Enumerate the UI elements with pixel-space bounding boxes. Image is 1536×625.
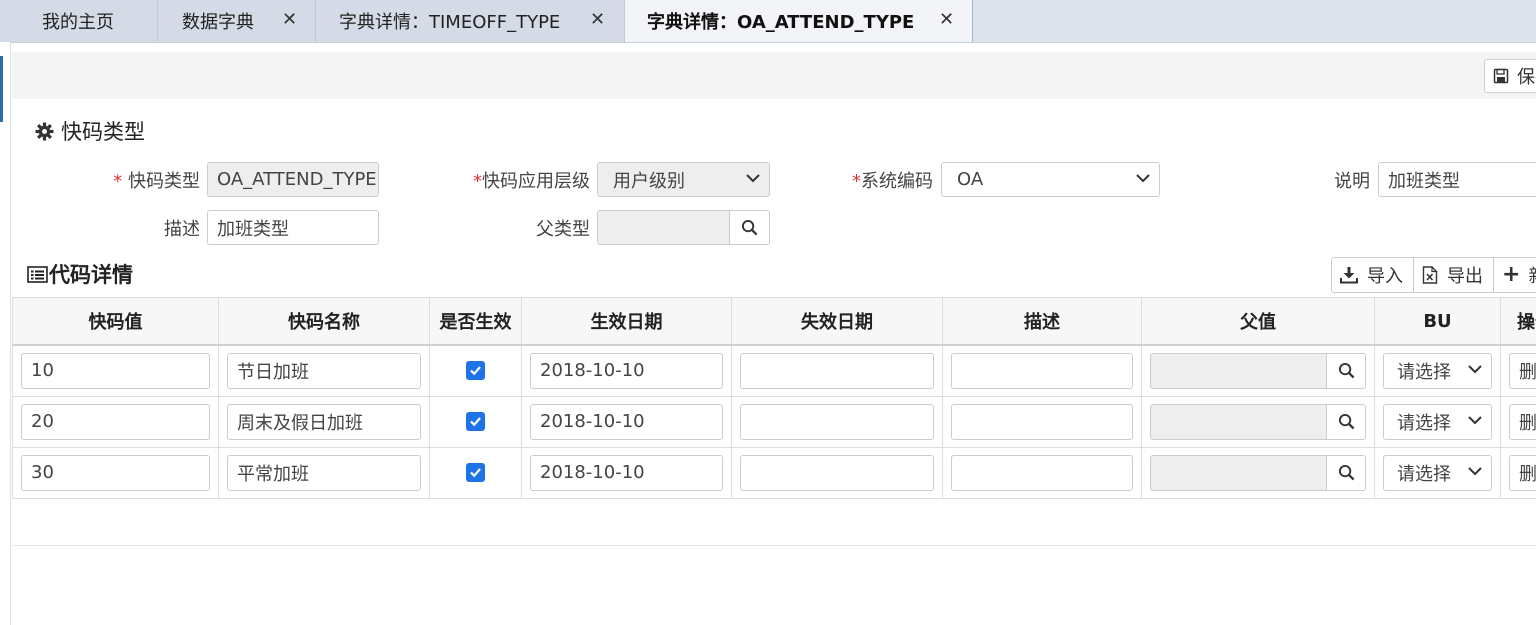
start-date-input[interactable]: 2018-10-10 bbox=[530, 454, 723, 491]
column-header[interactable]: 生效日期 bbox=[521, 297, 732, 346]
search-icon bbox=[1338, 363, 1354, 379]
enabled-checkbox[interactable] bbox=[466, 463, 485, 482]
explain-label: 说明 bbox=[1334, 171, 1370, 192]
check-icon bbox=[470, 417, 481, 427]
code-name-input[interactable]: 节日加班 bbox=[227, 352, 421, 389]
search-icon bbox=[1338, 464, 1354, 481]
gear-icon bbox=[35, 121, 54, 141]
chevron-down-icon bbox=[1136, 174, 1150, 183]
column-header[interactable]: 父值 bbox=[1141, 297, 1375, 346]
check-icon bbox=[470, 468, 481, 478]
column-header[interactable]: 失效日期 bbox=[731, 297, 943, 346]
tab-label: 字典详情：OA_ATTEND_TYPE bbox=[647, 12, 915, 33]
start-date-input[interactable]: 2018-10-10 bbox=[530, 403, 723, 440]
end-date-input[interactable] bbox=[740, 454, 934, 491]
explain-field[interactable]: 加班类型 bbox=[1378, 162, 1536, 197]
bu-select[interactable]: 请选择 bbox=[1383, 454, 1492, 491]
description-input[interactable] bbox=[951, 352, 1133, 389]
tab-data-dictionary[interactable]: 数据字典 ✕ bbox=[158, 0, 316, 42]
parent-value-search-button[interactable] bbox=[1326, 403, 1366, 440]
enabled-checkbox[interactable] bbox=[466, 412, 485, 431]
tab-timeoff-type[interactable]: 字典详情：TIMEOFF_TYPE ✕ bbox=[316, 0, 625, 42]
parent-type-field[interactable] bbox=[597, 210, 730, 245]
parent-value-input[interactable] bbox=[1150, 403, 1327, 440]
column-header[interactable]: 描述 bbox=[942, 297, 1142, 346]
end-date-input[interactable] bbox=[740, 352, 934, 389]
description-input[interactable] bbox=[951, 403, 1133, 440]
code-value-input[interactable]: 10 bbox=[21, 352, 210, 389]
bu-select[interactable]: 请选择 bbox=[1383, 403, 1492, 440]
import-button[interactable]: 导入 bbox=[1331, 257, 1414, 293]
description-field[interactable]: 加班类型 bbox=[207, 210, 379, 245]
tab-label: 我的主页 bbox=[42, 12, 114, 33]
code-name-input[interactable]: 平常加班 bbox=[227, 454, 421, 491]
apply-level-select[interactable]: 用户级别 bbox=[597, 162, 770, 197]
close-icon[interactable]: ✕ bbox=[590, 9, 605, 30]
system-code-select[interactable]: OA bbox=[941, 162, 1160, 197]
bu-select[interactable]: 请选择 bbox=[1383, 352, 1492, 389]
download-icon bbox=[1340, 267, 1358, 284]
code-value-input[interactable]: 20 bbox=[21, 403, 210, 440]
column-header[interactable]: 是否生效 bbox=[429, 297, 522, 346]
tab-oa-attend-type[interactable]: 字典详情：OA_ATTEND_TYPE ✕ bbox=[625, 0, 973, 42]
add-button[interactable]: + 新增 bbox=[1493, 257, 1536, 293]
parent-type-search-button[interactable] bbox=[729, 210, 770, 245]
parent-value-input[interactable] bbox=[1150, 454, 1327, 491]
code-detail-table: 快码值 快码名称 是否生效 生效日期 失效日期 描述 父值 BU 操作 10 节… bbox=[12, 297, 1536, 499]
plus-icon: + bbox=[1502, 262, 1521, 287]
column-header[interactable]: 操作 bbox=[1500, 297, 1536, 346]
chevron-down-icon bbox=[746, 174, 760, 183]
table-row: 10 节日加班 2018-10-10 请选择 删除 bbox=[12, 344, 1536, 397]
parent-value-input[interactable] bbox=[1150, 352, 1327, 389]
section-title-label: 快码类型 bbox=[61, 120, 145, 144]
tab-label: 字典详情：TIMEOFF_TYPE bbox=[339, 12, 561, 33]
code-type-field[interactable]: OA_ATTEND_TYPE bbox=[207, 162, 379, 197]
delete-button[interactable]: 删除 bbox=[1509, 352, 1536, 389]
column-header[interactable]: 快码值 bbox=[12, 297, 219, 346]
chevron-down-icon bbox=[1468, 365, 1482, 374]
column-header[interactable]: 快码名称 bbox=[218, 297, 430, 346]
code-type-label: * 快码类型 bbox=[113, 171, 200, 192]
list-icon bbox=[27, 265, 48, 283]
table-row: 30 平常加班 2018-10-10 请选择 删除 bbox=[12, 446, 1536, 499]
chevron-down-icon bbox=[1468, 415, 1482, 424]
save-button[interactable]: 保存 bbox=[1484, 59, 1536, 93]
grid-footer-divider bbox=[12, 545, 1536, 546]
section-title-label: 代码详情 bbox=[49, 263, 133, 287]
enabled-checkbox[interactable] bbox=[466, 361, 485, 381]
table-row: 20 周末及假日加班 2018-10-10 请选择 删除 bbox=[12, 395, 1536, 448]
save-label: 保存 bbox=[1517, 67, 1536, 88]
code-detail-grid: 快码值 快码名称 是否生效 生效日期 失效日期 描述 父值 BU 操作 10 节… bbox=[12, 297, 1536, 499]
toolbar bbox=[12, 52, 1536, 99]
end-date-input[interactable] bbox=[740, 403, 934, 440]
column-header[interactable]: BU bbox=[1374, 297, 1501, 346]
export-button[interactable]: 导出 bbox=[1413, 257, 1494, 293]
tab-label: 数据字典 bbox=[182, 12, 254, 33]
system-code-label: *系统编码 bbox=[852, 171, 933, 192]
section-title-code-type: 快码类型 bbox=[35, 117, 145, 145]
excel-file-icon bbox=[1422, 266, 1438, 284]
parent-type-label: 父类型 bbox=[536, 219, 590, 240]
close-icon[interactable]: ✕ bbox=[939, 9, 954, 30]
table-header-row: 快码值 快码名称 是否生效 生效日期 失效日期 描述 父值 BU 操作 bbox=[12, 297, 1536, 346]
section-title-code-detail: 代码详情 bbox=[27, 260, 133, 288]
code-name-input[interactable]: 周末及假日加班 bbox=[227, 403, 421, 440]
start-date-input[interactable]: 2018-10-10 bbox=[530, 352, 723, 389]
delete-button[interactable]: 删除 bbox=[1509, 403, 1536, 440]
description-input[interactable] bbox=[951, 454, 1133, 491]
tab-home[interactable]: 我的主页 bbox=[0, 0, 158, 42]
apply-level-label: *快码应用层级 bbox=[473, 171, 590, 192]
parent-value-search-button[interactable] bbox=[1326, 454, 1366, 491]
code-value-input[interactable]: 30 bbox=[21, 454, 210, 491]
close-icon[interactable]: ✕ bbox=[282, 9, 297, 30]
check-icon bbox=[470, 366, 481, 376]
description-label: 描述 bbox=[164, 219, 200, 240]
save-icon bbox=[1493, 68, 1509, 84]
parent-value-search-button[interactable] bbox=[1326, 352, 1366, 389]
chevron-down-icon bbox=[1468, 466, 1482, 475]
search-icon bbox=[741, 219, 758, 236]
delete-button[interactable]: 删除 bbox=[1509, 454, 1536, 491]
search-icon bbox=[1338, 413, 1354, 430]
left-sidebar-edge bbox=[0, 42, 11, 625]
